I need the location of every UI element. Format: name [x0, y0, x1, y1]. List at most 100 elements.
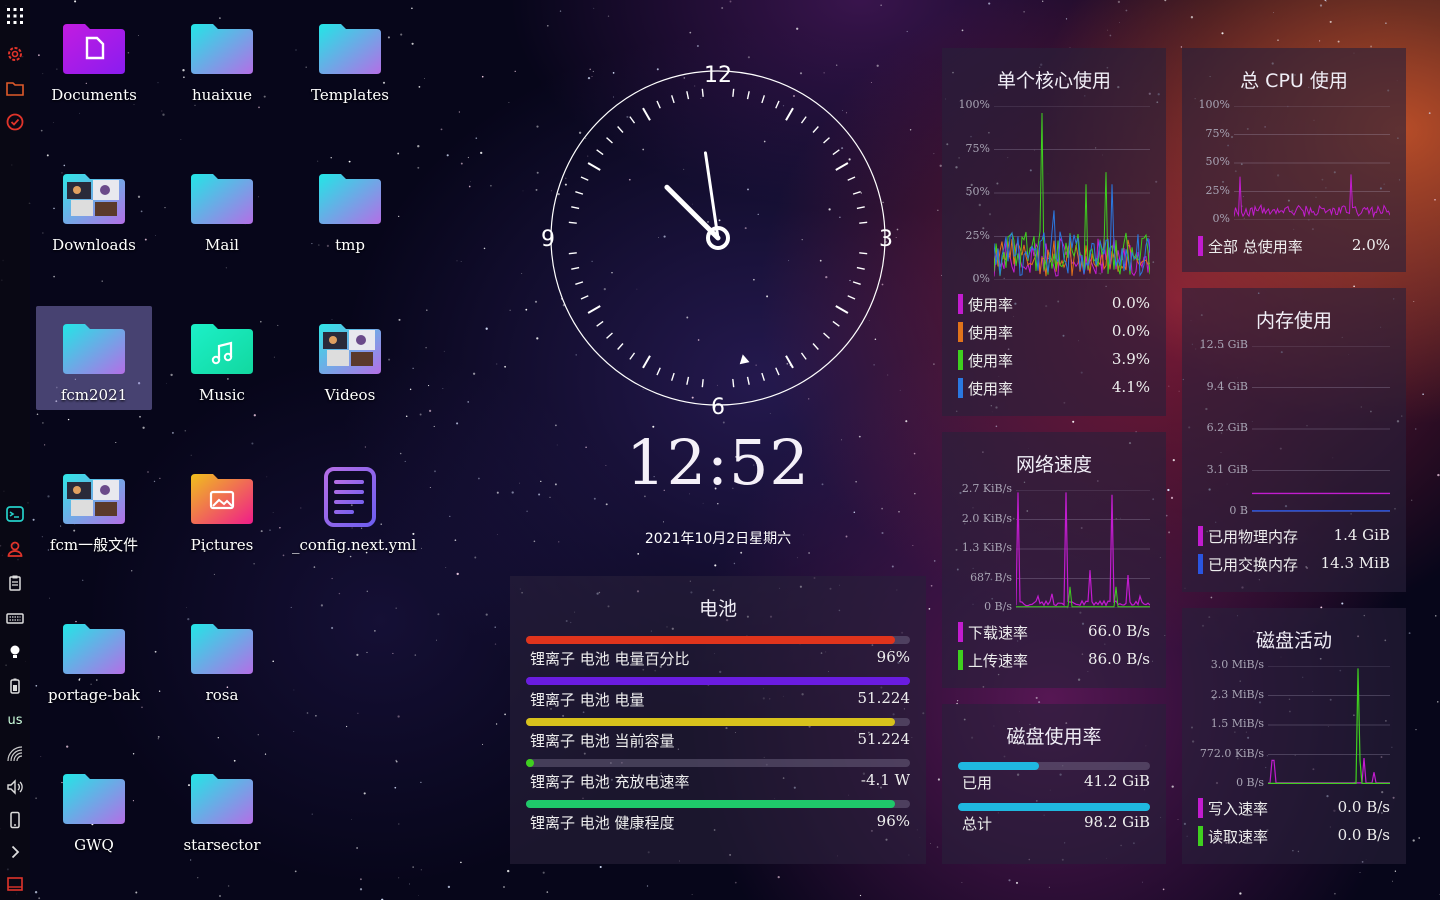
legend-value: 86.0 B/s: [1088, 650, 1150, 668]
folder-icon: [319, 24, 381, 74]
series-line: [1268, 757, 1390, 784]
clock-tick: [575, 190, 584, 195]
legend-value: 3.9%: [1111, 350, 1150, 368]
memory-widget: 内存使用 12.5 GiB 9.4 GiB 6.2 GiB 3.1 GiB 0 B 已用…: [1182, 288, 1406, 592]
core-usage-title: 单个核心使用: [996, 70, 1111, 92]
todo-check-icon[interactable]: [0, 108, 30, 136]
desktop-icon-huaixue[interactable]: huaixue: [164, 6, 280, 110]
legend-row: 读取速率 0.0 B/s: [1198, 824, 1390, 848]
clock-tick: [800, 352, 807, 360]
wifi-icon[interactable]: [0, 740, 30, 768]
disk-usage-widget: 磁盘使用率 已用 41.2 GiB 总计 98.2 GiB: [942, 704, 1166, 864]
battery-stat-value: 96%: [876, 648, 910, 666]
legend-swatch: [958, 322, 963, 342]
desktop-icon-label: Templates: [311, 86, 389, 104]
monitor-icon[interactable]: [0, 870, 30, 898]
desktop-icon-downloads[interactable]: Downloads: [36, 156, 152, 260]
desktop-icon-portage-bak[interactable]: portage-bak: [36, 606, 152, 710]
legend-row: 使用率 0.0%: [958, 292, 1150, 316]
legend-swatch: [1198, 526, 1203, 546]
battery-stat-label: 锂离子 电池 充放电速率: [530, 773, 690, 791]
core-usage-chart: [994, 106, 1150, 280]
desktop-icon-music[interactable]: Music: [164, 306, 280, 410]
disk-used-bar-track: [958, 762, 1150, 770]
keyboard-icon[interactable]: [0, 604, 30, 632]
clock-tick: [606, 137, 613, 144]
desktop-icon-documents[interactable]: Documents: [36, 6, 152, 110]
clock-tick: [617, 126, 624, 133]
core-usage-widget: 单个核心使用 100% 75% 50% 25% 0% 使用率 0.0% 使用率 0.0%…: [942, 48, 1166, 416]
battery-icon[interactable]: [0, 672, 30, 700]
desktop-icon-templates[interactable]: Templates: [292, 6, 408, 110]
legend-label: 下载速率: [968, 624, 1029, 642]
folder-icon: [191, 174, 253, 224]
y-axis-tick-label: 12.5 GiB: [1199, 338, 1248, 351]
desktop-icon-videos[interactable]: Videos: [292, 306, 408, 410]
desktop-icon-label: Videos: [324, 386, 376, 404]
legend-swatch: [1198, 798, 1203, 818]
legend-label: 使用率: [968, 380, 1014, 398]
y-axis-tick-label: 0%: [1212, 212, 1230, 225]
battery-bar-fill: [526, 636, 895, 644]
bulb-icon[interactable]: [0, 638, 30, 666]
terminal-icon[interactable]: [0, 500, 30, 528]
battery-bar-fill: [526, 677, 910, 685]
y-axis-tick-label: 50%: [1205, 155, 1230, 168]
folder-music-icon: [191, 324, 253, 374]
keyboard-layout-indicator[interactable]: us: [0, 706, 30, 734]
cpu-total-widget: 总 CPU 使用 100% 75% 50% 25% 0% 全部 总使用率 2.0%: [1182, 48, 1406, 272]
legend-swatch: [958, 622, 963, 642]
y-axis-tick-label: 1.3 KiB/s: [961, 541, 1012, 554]
clock-tick: [835, 162, 849, 171]
disk-used-label: 已用: [962, 774, 993, 792]
folder-documents-icon: [63, 24, 125, 74]
volume-icon[interactable]: [0, 773, 30, 801]
legend-swatch: [1198, 554, 1203, 574]
clock-tick: [686, 91, 690, 100]
user-icon[interactable]: [0, 535, 30, 563]
legend-swatch: [1198, 826, 1203, 846]
desktop-icon-label: fcm一般文件: [49, 536, 139, 554]
desktop-icon-label: Documents: [51, 86, 137, 104]
legend-value: 0.0%: [1111, 294, 1150, 312]
desktop-icon-starsector[interactable]: starsector: [164, 756, 280, 860]
chevron-right-icon[interactable]: [0, 838, 30, 866]
folder-icon: [191, 774, 253, 824]
folder-icon: [63, 624, 125, 674]
clock-tick: [580, 176, 589, 181]
desktop-icon-fcm2021[interactable]: fcm2021: [36, 306, 152, 410]
battery-bar-track: [526, 800, 910, 808]
folder-icon[interactable]: [0, 74, 30, 102]
disk-activity-title: 磁盘活动: [1255, 630, 1332, 652]
clock-tick: [617, 343, 624, 350]
battery-stat-row: 锂离子 电池 充放电速率 -4.1 W: [526, 759, 910, 799]
apps-grid-icon[interactable]: [0, 2, 30, 30]
desktop-icon-label: fcm2021: [60, 386, 128, 404]
legend-label: 全部 总使用率: [1208, 238, 1303, 256]
digital-time: 12:52: [626, 426, 810, 499]
desktop-icon-config-next-yml[interactable]: _config.next.yml: [292, 456, 416, 560]
desktop-icon-gwq[interactable]: GWQ: [36, 756, 152, 860]
y-axis-tick-label: 687 B/s: [970, 570, 1012, 584]
desktop-icon-pictures[interactable]: Pictures: [164, 456, 280, 560]
desktop-icon-rosa[interactable]: rosa: [164, 606, 280, 710]
y-axis-tick-label: 75%: [1205, 126, 1230, 140]
desktop-icon-fcm[interactable]: fcm一般文件: [36, 456, 152, 560]
clock-tick: [761, 372, 766, 381]
clock-tick: [746, 91, 750, 100]
clock-tick: [580, 295, 589, 300]
phone-icon[interactable]: [0, 806, 30, 834]
battery-bar-track: [526, 718, 910, 726]
desktop-icon-mail[interactable]: Mail: [164, 156, 280, 260]
settings-gear-icon[interactable]: [0, 40, 30, 68]
legend-value: 0.0 B/s: [1337, 798, 1390, 816]
disk-total-label: 总计: [962, 815, 993, 833]
legend-row: 写入速率 0.0 B/s: [1198, 796, 1390, 820]
y-axis-tick-label: 100%: [958, 98, 990, 111]
battery-bar-track: [526, 636, 910, 644]
desktop-icon-tmp[interactable]: tmp: [292, 156, 408, 260]
clipboard-icon[interactable]: [0, 569, 30, 597]
disk-activity-widget: 磁盘活动 3.0 MiB/s 2.3 MiB/s 1.5 MiB/s 772.0 Ki…: [1182, 608, 1406, 864]
battery-stat-label: 锂离子 电池 健康程度: [530, 814, 675, 832]
desktop-icon-label: tmp: [335, 236, 365, 254]
